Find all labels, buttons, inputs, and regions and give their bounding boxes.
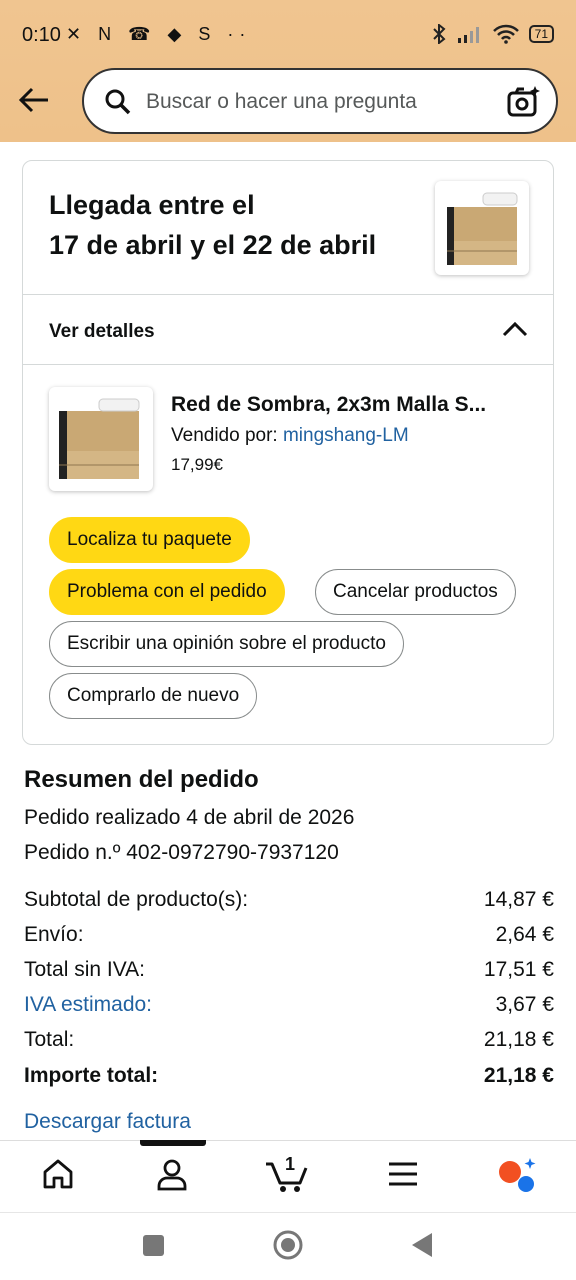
account-icon[interactable] (154, 1156, 190, 1192)
product-thumbnail-small[interactable] (435, 181, 529, 275)
row-value: 2,64 € (495, 923, 554, 946)
row-value: 14,87 € (483, 888, 554, 911)
delivery-line2: 17 de abril y el 22 de abril (49, 230, 377, 260)
row-label: Importe total: (24, 1064, 159, 1087)
row-label: Total: (24, 1028, 75, 1051)
row-label: Subtotal de producto(s): (24, 888, 249, 911)
delivery-line1: Llegada entre el (49, 190, 255, 220)
shade-net-image (447, 192, 518, 265)
back-arrow-icon[interactable] (16, 82, 52, 118)
menu-icon[interactable] (386, 1156, 420, 1192)
details-toggle[interactable]: Ver detalles (49, 321, 155, 343)
order-number: Pedido n.º 402-0972790-7937120 (24, 841, 339, 864)
cancel-products-button[interactable]: Cancelar productos (315, 569, 516, 615)
battery-icon: 71 (528, 25, 554, 43)
product-thumbnail[interactable] (49, 387, 153, 491)
product-price: 17,99€ (171, 455, 223, 474)
camera-search-icon[interactable] (506, 84, 542, 120)
search-bar[interactable]: Buscar o hacer una pregunta (82, 68, 558, 134)
seller-link[interactable]: mingshang-LM (283, 425, 409, 446)
product-name[interactable]: Red de Sombra, 2x3m Malla S... (171, 393, 486, 417)
order-problem-button[interactable]: Problema con el pedido (49, 569, 285, 615)
summary-row: Envío: 2,64 € (24, 923, 554, 947)
seller-info: Vendido por: mingshang-LM (171, 425, 409, 447)
seller-prefix: Vendido por: (171, 425, 278, 446)
track-package-button[interactable]: Localiza tu paquete (49, 517, 250, 563)
home-icon[interactable] (40, 1156, 76, 1192)
bluetooth-icon (432, 24, 446, 44)
signal-icon (457, 27, 479, 43)
buy-again-button[interactable]: Comprarlo de nuevo (49, 673, 258, 719)
download-invoice-link[interactable]: Descargar factura (24, 1110, 191, 1134)
summary-row-total: Importe total: 21,18 € (24, 1064, 554, 1088)
delivery-estimate: Llegada entre el 17 de abril y el 22 de … (49, 185, 429, 265)
row-label: Envío: (24, 923, 84, 946)
shade-net-image (59, 398, 140, 479)
summary-row: Total: 21,18 € (24, 1028, 554, 1052)
summary-row: Subtotal de producto(s): 14,87 € (24, 888, 554, 912)
search-icon (105, 89, 131, 115)
divider (23, 294, 553, 295)
home-circle-icon[interactable] (272, 1229, 304, 1261)
estimated-vat-link[interactable]: IVA estimado: (24, 993, 152, 1017)
divider (23, 364, 553, 365)
status-notification-icons: ✕ N ☎ ◆ S ·· (66, 24, 252, 44)
row-value: 21,18 € (483, 1064, 554, 1087)
back-triangle-icon[interactable] (410, 1232, 434, 1258)
summary-row: IVA estimado: 3,67 € (24, 993, 554, 1017)
wifi-icon (492, 24, 519, 44)
active-tab-indicator (140, 1140, 206, 1146)
row-value: 17,51 € (483, 958, 554, 981)
write-review-button[interactable]: Escribir una opinión sobre el producto (49, 621, 404, 667)
status-bar: 0:10 ✕ N ☎ ◆ S ·· 71 (0, 0, 576, 68)
status-right: 71 (431, 24, 554, 44)
order-summary-title: Resumen del pedido (24, 766, 259, 793)
rufus-ai-icon[interactable] (496, 1156, 538, 1194)
recents-icon[interactable] (143, 1235, 164, 1256)
cart-count: 1 (285, 1154, 296, 1174)
order-date: Pedido realizado 4 de abril de 2026 (24, 806, 355, 829)
search-input[interactable]: Buscar o hacer una pregunta (146, 90, 417, 114)
status-time: 0:10 (22, 24, 61, 46)
row-value: 3,67 € (495, 993, 554, 1016)
summary-row: Total sin IVA: 17,51 € (24, 958, 554, 982)
order-card: Llegada entre el 17 de abril y el 22 de … (22, 160, 554, 745)
row-value: 21,18 € (483, 1028, 554, 1051)
row-label: Total sin IVA: (24, 958, 145, 981)
chevron-up-icon[interactable] (501, 319, 529, 339)
